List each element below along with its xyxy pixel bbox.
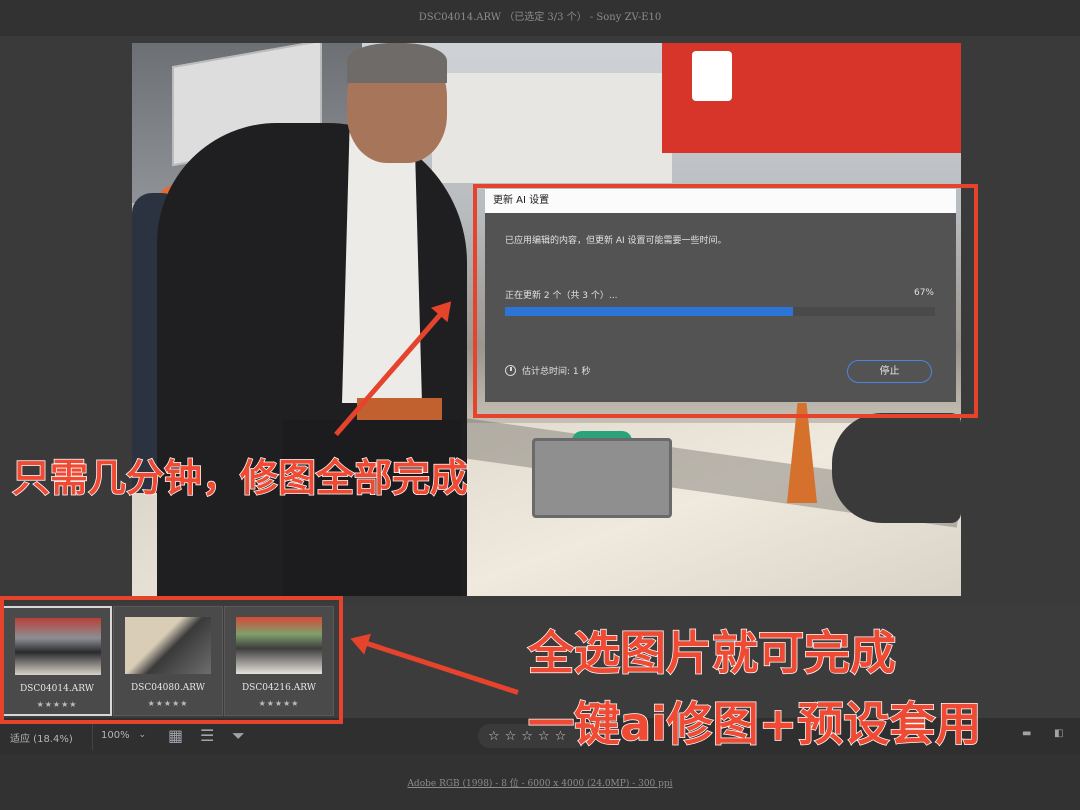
photo-man-belt: [357, 398, 442, 420]
photo-shop-sign: [432, 73, 672, 183]
color-profile-link[interactable]: Adobe RGB (1998) - 8 位 - 6000 x 4000 (24…: [0, 776, 1080, 789]
photo-man-hair: [347, 43, 447, 83]
photo-layout-icon[interactable]: ▦: [168, 726, 183, 745]
caption-line2: 一键ai修图+预设套用: [527, 696, 982, 752]
zoom-100-dropdown[interactable]: 100% ⌄: [92, 722, 150, 750]
filter-icon[interactable]: ⏷: [232, 726, 245, 746]
photo-logo: [692, 51, 732, 101]
caption-top: 只需几分钟，修图全部完成: [11, 455, 469, 501]
status-bar: Adobe RGB (1998) - 8 位 - 6000 x 4000 (24…: [0, 754, 1080, 810]
chevron-down-icon: ⌄: [138, 730, 146, 740]
photo-motorcycle: [832, 413, 961, 523]
panel-icon[interactable]: ▬: [1022, 728, 1031, 739]
filmstrip-highlight-box: [0, 596, 343, 724]
zoom-fit-button[interactable]: 适应 (18.4%): [10, 730, 73, 745]
window-title: DSC04014.ARW （已选定 3/3 个） - Sony ZV-E10: [0, 0, 1080, 36]
caption-line1: 全选图片就可完成: [527, 625, 897, 681]
sort-icon[interactable]: ☰: [200, 726, 214, 745]
compare-icon[interactable]: ◧: [1054, 728, 1063, 739]
zoom-100-label: 100%: [101, 730, 130, 741]
dialog-highlight-box: [473, 184, 978, 418]
photo-suitcase: [532, 438, 672, 518]
